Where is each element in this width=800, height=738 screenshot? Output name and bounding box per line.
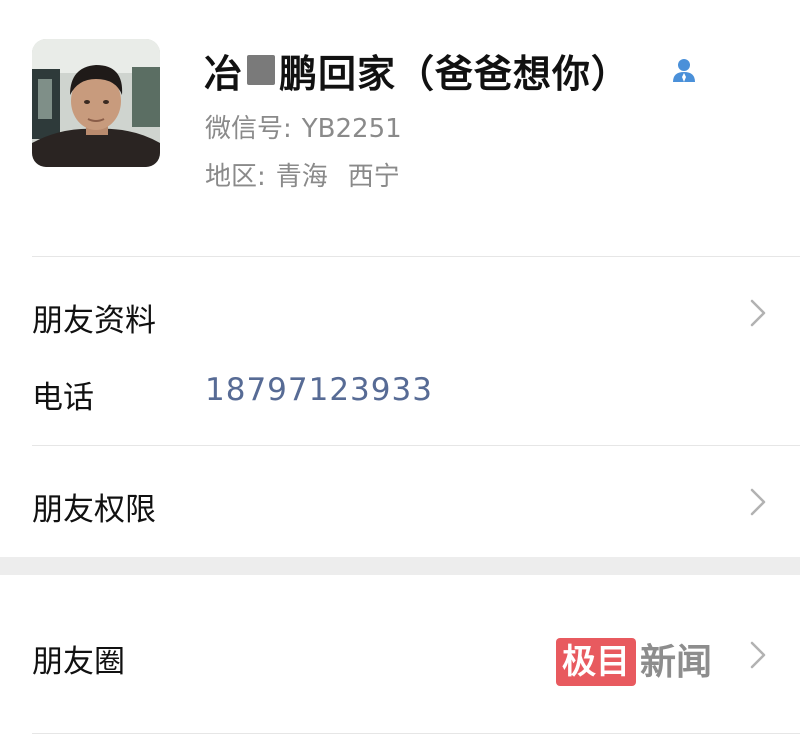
chevron-right-icon [750,488,766,516]
divider [32,256,800,257]
watermark-boxed-text: 极目 [556,638,636,686]
avatar[interactable] [32,39,160,167]
chevron-right-icon [750,299,766,327]
friend-info-item[interactable]: 朋友资料 [32,295,156,340]
moments-item[interactable]: 朋友圈 [32,636,125,681]
name-part-rest: 鹏回家（爸爸想你） [279,51,631,96]
wechat-id-label: 微信号: [205,114,292,144]
name-part-first: 冶 [204,51,244,96]
avatar-photo [32,39,160,167]
region-city: 西宁 [347,162,400,192]
chevron-right-icon [750,641,766,669]
phone-number-link[interactable]: 18797123933 [205,372,433,408]
region-province: 青海 [275,162,328,192]
region-label: 地区: [205,162,266,192]
phone-label: 电话 [32,380,94,416]
wechat-id-line: 微信号: YB2251 [205,108,402,145]
contact-person-icon [673,59,695,82]
divider [32,445,800,446]
divider [32,733,800,734]
section-gap [0,557,800,575]
redaction-block [247,55,276,85]
profile-header: 冶 鹏回家（爸爸想你） 微信号: YB2251 地区: 青海 西宁 [0,0,800,256]
region-line: 地区: 青海 西宁 [205,156,400,193]
wechat-id-value[interactable]: YB2251 [302,114,402,144]
friend-permissions-item[interactable]: 朋友权限 [32,484,156,529]
watermark-text: 新闻 [640,641,713,683]
watermark-logo: 极目 新闻 [556,636,712,688]
profile-name: 冶 鹏回家（爸爸想你） [204,42,630,98]
